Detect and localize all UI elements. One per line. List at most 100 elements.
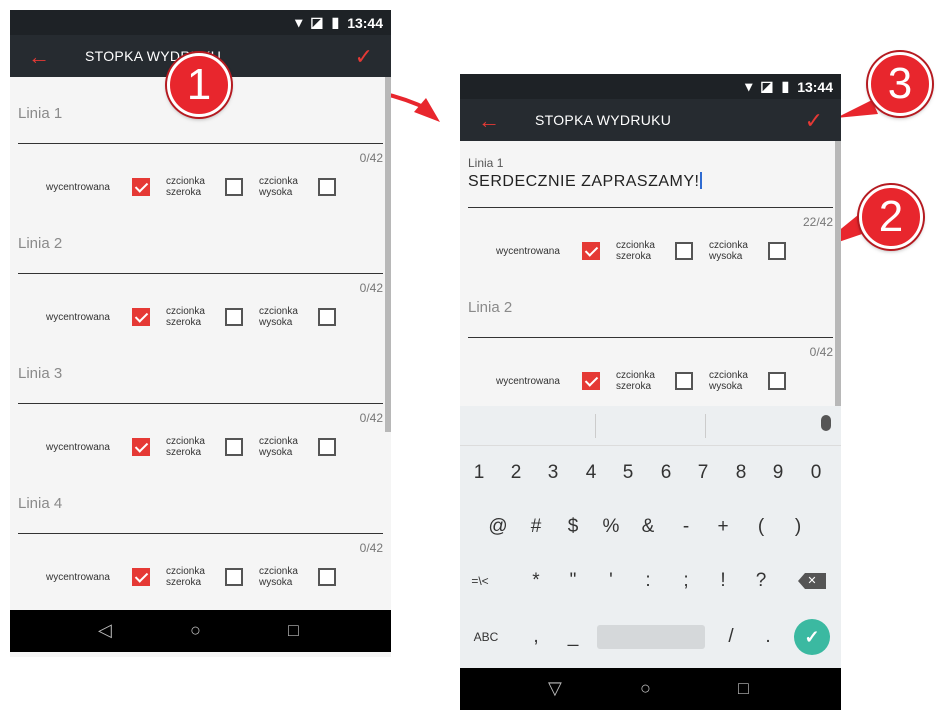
key-7[interactable]: 7	[685, 453, 721, 493]
check-icon[interactable]: ✓	[805, 108, 823, 134]
key-double-quote[interactable]: "	[555, 561, 591, 601]
key-dollar[interactable]: $	[555, 507, 591, 547]
key-semicolon[interactable]: ;	[668, 561, 704, 601]
microphone-icon[interactable]	[821, 415, 831, 431]
key-6[interactable]: 6	[648, 453, 684, 493]
wifi-icon: ▾	[295, 14, 303, 30]
centered-checkbox[interactable]	[132, 568, 150, 586]
line-3-input[interactable]: Linia 3	[18, 337, 383, 404]
key-more-symbols[interactable]: =\<	[462, 561, 498, 601]
centered-label: wycentrowana	[46, 182, 110, 193]
key-percent[interactable]: %	[593, 507, 629, 547]
line-2-input[interactable]: Linia 2	[468, 271, 833, 338]
key-open-paren[interactable]: (	[743, 507, 779, 547]
key-abc[interactable]: ABC	[468, 617, 504, 657]
key-5[interactable]: 5	[610, 453, 646, 493]
wide-label: czcionka szeroka	[166, 306, 205, 328]
key-at[interactable]: @	[480, 507, 516, 547]
tall-checkbox[interactable]	[318, 178, 336, 196]
wide-checkbox[interactable]	[675, 242, 693, 260]
callout-2: 2	[859, 185, 923, 249]
tall-checkbox[interactable]	[318, 568, 336, 586]
line-2-input[interactable]: Linia 2	[18, 207, 383, 274]
back-nav-icon[interactable]: ▽	[548, 678, 562, 699]
key-comma[interactable]: ,	[518, 617, 554, 657]
key-2[interactable]: 2	[498, 453, 534, 493]
key-close-paren[interactable]: )	[780, 507, 816, 547]
tall-checkbox[interactable]	[318, 438, 336, 456]
key-8[interactable]: 8	[723, 453, 759, 493]
signal-icon: ◪	[760, 78, 774, 94]
wide-checkbox[interactable]	[675, 372, 693, 390]
enter-check-icon[interactable]: ✓	[794, 619, 830, 655]
status-bar: ▾ ◪ ▮ 13:44	[460, 74, 841, 99]
scrollbar[interactable]	[835, 141, 841, 406]
wide-label: czcionka szeroka	[166, 566, 205, 588]
check-icon[interactable]: ✓	[355, 44, 373, 70]
wide-checkbox[interactable]	[225, 178, 243, 196]
key-0[interactable]: 0	[798, 453, 834, 493]
centered-checkbox[interactable]	[582, 372, 600, 390]
key-asterisk[interactable]: *	[518, 561, 554, 601]
wide-label: czcionka szeroka	[166, 176, 205, 198]
key-3[interactable]: 3	[535, 453, 571, 493]
signal-icon: ◪	[310, 14, 324, 30]
line-block: Linia 3 0/42 wycentrowana czcionka szerok…	[10, 337, 391, 467]
line-2-placeholder: Linia 2	[468, 299, 513, 316]
key-question[interactable]: ?	[743, 561, 779, 601]
wifi-icon: ▾	[745, 78, 753, 94]
home-nav-icon[interactable]: ○	[640, 678, 651, 699]
line-3-placeholder: Linia 3	[18, 365, 63, 382]
line-options: wycentrowana czcionka szeroka czcionka wys…	[10, 565, 391, 589]
line-2-counter: 0/42	[809, 345, 833, 359]
line-1-placeholder: Linia 1	[18, 105, 63, 122]
home-nav-icon[interactable]: ○	[190, 620, 201, 641]
wide-label: czcionka szeroka	[616, 240, 655, 262]
screen-footer-editing: ▾ ◪ ▮ 13:44 ← STOPKA WYDRUKU ✓ Linia 1 S…	[460, 74, 841, 710]
key-ampersand[interactable]: &	[630, 507, 666, 547]
line-4-input[interactable]: Linia 4	[18, 467, 383, 534]
soft-keyboard: 1 2 3 4 5 6 7 8 9 0 @ # $ % & - + ( ) =\…	[460, 406, 841, 668]
key-single-quote[interactable]: '	[593, 561, 629, 601]
key-slash[interactable]: /	[713, 617, 749, 657]
centered-label: wycentrowana	[46, 442, 110, 453]
form: Linia 1 0/42 wycentrowana czcionka szerok…	[10, 77, 391, 597]
tall-checkbox[interactable]	[768, 372, 786, 390]
centered-checkbox[interactable]	[132, 308, 150, 326]
centered-label: wycentrowana	[46, 312, 110, 323]
tall-label: czcionka wysoka	[259, 436, 298, 458]
arrow-left-icon[interactable]: ←	[28, 44, 50, 70]
wide-checkbox[interactable]	[225, 308, 243, 326]
backspace-icon[interactable]: ✕	[798, 573, 826, 589]
key-period[interactable]: .	[750, 617, 786, 657]
key-4[interactable]: 4	[573, 453, 609, 493]
recents-nav-icon[interactable]: □	[738, 678, 749, 699]
key-exclamation[interactable]: !	[705, 561, 741, 601]
tall-checkbox[interactable]	[768, 242, 786, 260]
line-1-input[interactable]: Linia 1 SERDECZNIE ZAPRASZAMY!	[468, 141, 833, 208]
key-9[interactable]: 9	[760, 453, 796, 493]
back-nav-icon[interactable]: ◁	[98, 620, 112, 641]
key-plus[interactable]: +	[705, 507, 741, 547]
key-hash[interactable]: #	[518, 507, 554, 547]
form: Linia 1 SERDECZNIE ZAPRASZAMY! 22/42 wyc…	[460, 141, 841, 401]
key-space[interactable]	[597, 625, 705, 649]
wide-checkbox[interactable]	[225, 568, 243, 586]
centered-checkbox[interactable]	[132, 438, 150, 456]
centered-checkbox[interactable]	[132, 178, 150, 196]
wide-checkbox[interactable]	[225, 438, 243, 456]
tall-label: czcionka wysoka	[259, 566, 298, 588]
recents-nav-icon[interactable]: □	[288, 620, 299, 641]
key-colon[interactable]: :	[630, 561, 666, 601]
arrow-left-icon[interactable]: ←	[478, 108, 500, 134]
line-2-counter: 0/42	[359, 281, 383, 295]
suggestion-strip	[460, 406, 841, 446]
scrollbar[interactable]	[385, 77, 391, 432]
centered-checkbox[interactable]	[582, 242, 600, 260]
key-underscore[interactable]: _	[555, 617, 591, 657]
tall-checkbox[interactable]	[318, 308, 336, 326]
line-2-placeholder: Linia 2	[18, 235, 63, 252]
key-1[interactable]: 1	[461, 453, 497, 493]
key-minus[interactable]: -	[668, 507, 704, 547]
keyboard-row-numbers: 1 2 3 4 5 6 7 8 9 0	[460, 453, 841, 493]
